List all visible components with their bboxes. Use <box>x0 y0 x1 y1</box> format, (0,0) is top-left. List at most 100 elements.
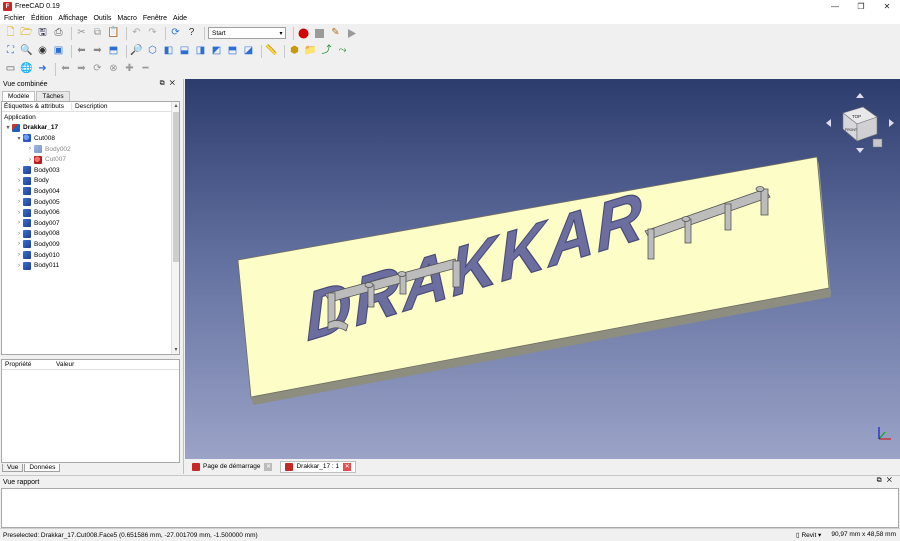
back-icon[interactable]: ⬅ <box>75 45 88 58</box>
tree-item[interactable]: › Body006 <box>2 207 179 218</box>
tab-taches[interactable]: Tâches <box>36 91 70 101</box>
float-icon[interactable]: ⧉ <box>160 80 170 87</box>
stop-macro-icon[interactable] <box>313 27 326 40</box>
scroll-up-icon[interactable]: ▴ <box>172 102 179 110</box>
close-button[interactable]: ✕ <box>874 0 900 13</box>
record-macro-icon[interactable] <box>297 27 310 40</box>
undo-icon[interactable]: ↶ <box>130 27 143 40</box>
draw-style-icon[interactable]: ◉ <box>36 45 49 58</box>
tree-item[interactable]: › Body008 <box>2 229 179 240</box>
std-views-icon[interactable]: 🔎 <box>130 45 143 58</box>
tree-item[interactable]: › Body010 <box>2 250 179 261</box>
run-macro-icon[interactable] <box>345 27 358 40</box>
float-icon[interactable]: ⧉ <box>877 477 887 484</box>
expand-right-icon[interactable]: › <box>15 220 23 226</box>
menu-affichage[interactable]: Affichage <box>58 15 87 22</box>
tab-modele[interactable]: Modèle <box>2 91 36 101</box>
menu-macro[interactable]: Macro <box>117 15 136 22</box>
navigation-style-selector[interactable]: ▯ Revit ▾ <box>796 531 821 539</box>
link-actions-icon[interactable]: ⤳ <box>336 45 349 58</box>
view-bottom-icon[interactable]: ⬒ <box>226 45 239 58</box>
navcube-down-arrow-icon[interactable] <box>856 148 864 153</box>
restore-button[interactable]: ❐ <box>848 0 874 13</box>
web-globe-icon[interactable]: 🌐 <box>20 63 33 76</box>
menu-fichier[interactable]: Fichier <box>4 15 25 22</box>
close-icon[interactable]: ✕ <box>887 477 897 484</box>
paste-icon[interactable]: 📋 <box>107 27 120 40</box>
expand-right-icon[interactable]: › <box>15 167 23 173</box>
close-tab-icon[interactable]: ✕ <box>343 462 352 471</box>
tree-col-labels[interactable]: Étiquettes & attributs <box>2 103 72 110</box>
measure-icon[interactable]: 📏 <box>265 45 278 58</box>
menu-fenetre[interactable]: Fenêtre <box>143 15 167 22</box>
close-icon[interactable]: ✕ <box>170 80 180 87</box>
tree-item[interactable]: › Body011 <box>2 260 179 271</box>
copy-icon[interactable]: ⧉ <box>91 27 104 40</box>
navcube-left-arrow-icon[interactable] <box>826 119 831 127</box>
view-right-icon[interactable]: ◨ <box>194 45 207 58</box>
web-back-icon[interactable]: ⬅ <box>59 63 72 76</box>
expand-right-icon[interactable]: › <box>15 231 23 237</box>
tree-item[interactable]: › Body007 <box>2 218 179 229</box>
navcube-menu-icon[interactable] <box>872 138 883 148</box>
scroll-down-icon[interactable]: ▾ <box>172 346 179 354</box>
tab-start-page[interactable]: Page de démarrage ✕ <box>188 461 276 473</box>
tree-col-description[interactable]: Description <box>72 103 108 110</box>
prop-col-property[interactable]: Propriété <box>2 361 56 368</box>
expand-right-icon[interactable]: › <box>15 199 23 205</box>
web-reload-icon[interactable]: ⟳ <box>91 63 104 76</box>
prop-col-value[interactable]: Valeur <box>56 361 74 368</box>
menu-outils[interactable]: Outils <box>93 15 111 22</box>
navcube-up-arrow-icon[interactable] <box>856 93 864 98</box>
web-forward-icon[interactable]: ➡ <box>75 63 88 76</box>
tab-vue[interactable]: Vue <box>2 463 24 472</box>
expand-down-icon[interactable]: ▾ <box>15 135 23 142</box>
print-icon[interactable]: ⎙ <box>52 27 65 40</box>
bounding-box-icon[interactable]: ▣ <box>52 45 65 58</box>
make-link-icon[interactable]: ⤴ <box>320 45 333 58</box>
view-rear-icon[interactable]: ◩ <box>210 45 223 58</box>
tab-donnees[interactable]: Données <box>24 463 61 472</box>
create-group-icon[interactable]: 📁 <box>304 45 317 58</box>
zoom-in-icon[interactable]: ✚ <box>123 63 136 76</box>
tree-item[interactable]: › Body <box>2 176 179 187</box>
tree-item[interactable]: › Cut007 <box>2 154 179 165</box>
expand-right-icon[interactable]: › <box>26 146 34 152</box>
expand-right-icon[interactable]: › <box>15 188 23 194</box>
menu-aide[interactable]: Aide <box>173 15 187 22</box>
expand-right-icon[interactable]: › <box>15 263 23 269</box>
edit-macro-icon[interactable]: ✎ <box>329 27 342 40</box>
open-folder-icon[interactable]: 🗁 <box>20 27 33 40</box>
zoom-out-icon[interactable]: ━ <box>139 63 152 76</box>
cut-icon[interactable]: ✂ <box>75 27 88 40</box>
create-part-icon[interactable]: ⬢ <box>288 45 301 58</box>
3d-viewport[interactable]: DRAKKAR TOP FRONT <box>185 79 900 459</box>
menu-edition[interactable]: Édition <box>31 15 52 22</box>
web-stop-icon[interactable]: ⊗ <box>107 63 120 76</box>
refresh-icon[interactable]: ⟳ <box>169 27 182 40</box>
save-icon[interactable]: 🖫 <box>36 27 49 40</box>
expand-right-icon[interactable]: › <box>26 157 34 163</box>
tree-item[interactable]: › Body002 <box>2 144 179 155</box>
fit-all-icon[interactable]: ⛶ <box>4 45 17 58</box>
redo-icon[interactable]: ↷ <box>146 27 159 40</box>
tree-item[interactable]: › Body005 <box>2 197 179 208</box>
forward-icon[interactable]: ➡ <box>91 45 104 58</box>
view-front-icon[interactable]: ◧ <box>162 45 175 58</box>
expand-right-icon[interactable]: › <box>15 210 23 216</box>
sync-view-icon[interactable]: ⬒ <box>107 45 120 58</box>
minimize-button[interactable]: — <box>822 0 848 13</box>
expand-right-icon[interactable]: › <box>15 178 23 184</box>
close-tab-icon[interactable]: ✕ <box>264 462 273 471</box>
web-go-icon[interactable]: ➜ <box>36 63 49 76</box>
expand-right-icon[interactable]: › <box>15 241 23 247</box>
tree-item[interactable]: ▾ Cut008 <box>2 133 179 144</box>
fit-selection-icon[interactable]: 🔍 <box>20 45 33 58</box>
navigation-cube[interactable]: TOP FRONT <box>826 93 894 153</box>
view-left-icon[interactable]: ◪ <box>242 45 255 58</box>
tree-item[interactable]: › Body003 <box>2 165 179 176</box>
tree-scrollbar[interactable]: ▴ ▾ <box>171 102 179 354</box>
navcube-right-arrow-icon[interactable] <box>889 119 894 127</box>
expand-right-icon[interactable]: › <box>15 252 23 258</box>
web-address-icon[interactable]: ▭ <box>4 63 17 76</box>
